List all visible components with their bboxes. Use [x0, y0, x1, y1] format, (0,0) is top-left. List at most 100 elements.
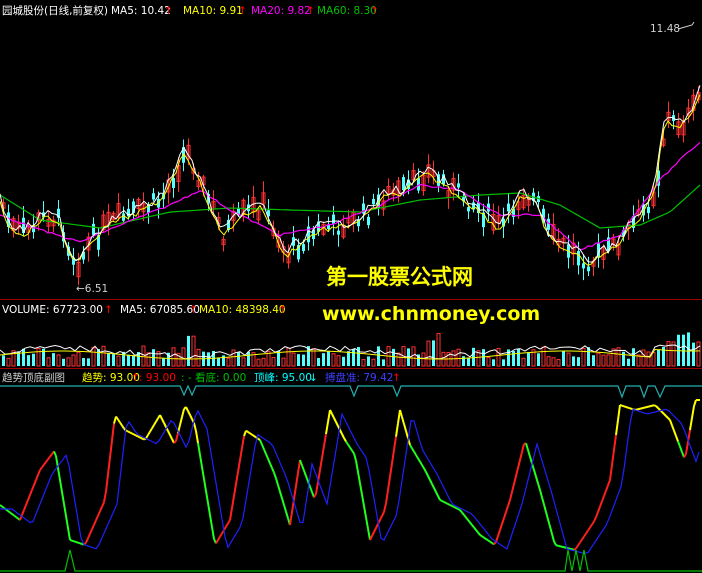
trend-segment: [657, 407, 661, 411]
trend-segment: [667, 417, 671, 421]
candle-body-down: [92, 223, 95, 235]
volume-bar-down: [692, 342, 695, 366]
trend-segment: [455, 507, 459, 510]
volume-bar-down: [127, 354, 130, 366]
ma5-up-arrow-icon: ↑: [164, 5, 173, 17]
trend-segment: [641, 406, 645, 410]
trend-segment: [655, 405, 659, 409]
trend-segment: [245, 429, 249, 433]
trend-segment: [1, 505, 5, 509]
trend-segment: [635, 408, 639, 411]
candle-body-down: [582, 263, 585, 269]
volume-bar-down: [482, 349, 485, 366]
volume-bar-down: [87, 358, 90, 366]
volume-bar-down: [2, 355, 5, 366]
volume-bar-down: [492, 359, 495, 366]
trend-segment: [621, 404, 625, 408]
volume-bar-down: [62, 358, 65, 366]
volume-bar-down: [322, 353, 325, 366]
volume-bar-down: [132, 355, 135, 366]
trend-segment: [445, 502, 449, 505]
trend-segment: [563, 546, 567, 549]
trend-segment: [627, 406, 631, 410]
volume-bar-down: [467, 357, 470, 366]
trend-segment: [247, 431, 251, 435]
trend-segment: [251, 433, 255, 437]
volume-bar-down: [297, 354, 300, 366]
volume-bar-down: [22, 348, 25, 366]
volume-ma5-up-arrow-icon: ↑: [189, 304, 198, 316]
candle-body-down: [467, 207, 470, 212]
candle-body-down: [152, 193, 155, 200]
trend-segment: [643, 406, 647, 409]
candle-body-down: [402, 177, 405, 191]
trend-segment: [663, 413, 667, 417]
volume-label: VOLUME: 67723.00: [2, 304, 103, 316]
watermark-url: www.chnmoney.com: [322, 303, 540, 325]
stock-chart[interactable]: 园城股份(日线,前复权) MA5: 10.42 ↑ MA10: 9.91 ↑ M…: [0, 0, 702, 573]
volume-bar-down: [52, 353, 55, 366]
volume-ma5-label: MA5: 67085.60: [120, 304, 200, 316]
trend-segment: [135, 434, 139, 438]
candle-body-down: [122, 213, 125, 221]
trend-segment: [457, 508, 461, 511]
volume-ma10-label: MA10: 48398.40: [199, 304, 286, 316]
candle-body-down: [457, 183, 460, 188]
trend-segment: [569, 547, 573, 551]
volume-bar-down: [632, 348, 635, 366]
volume-bar-down: [352, 348, 355, 366]
trend-segment: [453, 506, 457, 509]
trend-segment: [7, 510, 11, 514]
trend-segment: [561, 545, 565, 549]
trend-segment: [441, 500, 445, 503]
trend-segment: [71, 539, 75, 543]
volume-bar-down: [537, 353, 540, 366]
volume-bar-down: [27, 355, 30, 366]
volume-up-arrow-icon: ↑: [104, 304, 113, 316]
trend-segment: [69, 539, 73, 542]
trend-segment: [173, 440, 177, 444]
trend-segment: [257, 437, 261, 441]
volume-bar-down: [377, 346, 380, 366]
trend-segment: [489, 540, 493, 544]
volume-bar-down: [577, 357, 580, 366]
volume-bar-down: [627, 358, 630, 366]
candle-body-down: [507, 203, 510, 212]
ma20-up-arrow-icon: ↑: [306, 5, 315, 17]
volume-bar-down: [122, 351, 125, 366]
volume-bar-down: [342, 356, 345, 366]
volume-bar-down: [32, 353, 35, 366]
trend-segment: [447, 503, 451, 506]
candle-body-down: [337, 230, 340, 235]
trend-segment: [571, 548, 575, 551]
candle-body-down: [577, 250, 580, 266]
volume-bar-down: [432, 340, 435, 366]
volume-bar-down: [622, 351, 625, 366]
trend-segment: [139, 436, 143, 440]
volume-bar-down: [392, 348, 395, 366]
bottom-watch-label: : - 看底: 0.00: [181, 371, 246, 384]
trend-segment: [131, 432, 135, 436]
volume-bar-down: [247, 351, 250, 366]
volume-bar-down: [682, 334, 685, 366]
trend-segment: [5, 508, 9, 512]
stock-title: 园城股份(日线,前复权): [2, 4, 108, 17]
volume-bar-down: [367, 356, 370, 366]
volume-bar-down: [527, 352, 530, 366]
trend-segment: [451, 505, 455, 508]
volume-ma10-up-arrow-icon: ↑: [278, 304, 287, 316]
trend-segment: [647, 405, 651, 408]
peak-label: 顶峰: 95.00: [254, 372, 312, 384]
trend-segment: [665, 415, 669, 419]
trend-segment: [653, 404, 657, 407]
trend-segment: [651, 404, 655, 407]
trend-segment: [619, 404, 623, 407]
volume-bar-down: [237, 352, 240, 366]
trend-value-label: : 93.00: [139, 372, 176, 384]
volume-bar-down: [657, 349, 660, 366]
trend-segment: [75, 541, 79, 544]
volume-bar-down: [162, 358, 165, 366]
candle-body-down: [372, 198, 375, 205]
candle-body-down: [587, 266, 590, 272]
ma60-label: MA60: 8.30: [317, 5, 377, 17]
